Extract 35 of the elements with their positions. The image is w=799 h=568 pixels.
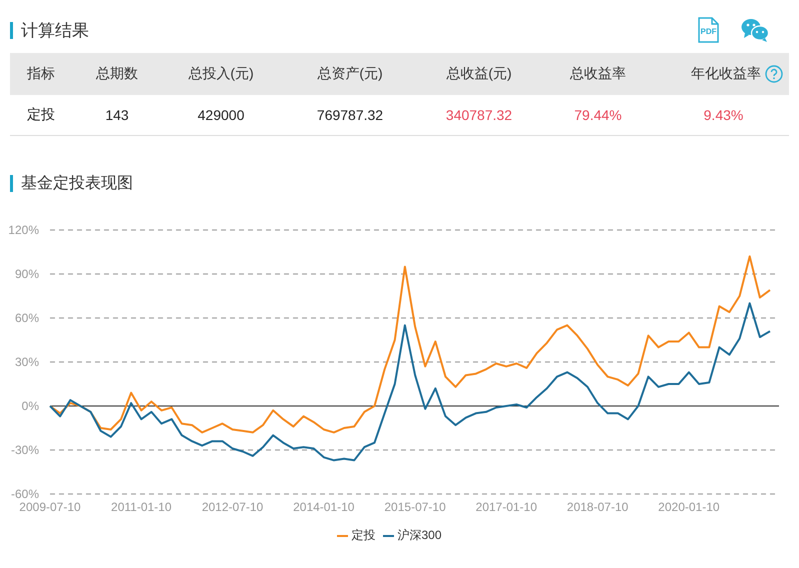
x-axis-label: 2015-07-10 [384, 500, 446, 514]
y-axis-label: 60% [14, 311, 39, 325]
x-axis-label: 2012-07-10 [202, 500, 264, 514]
table-cell: 79.44% [574, 107, 622, 123]
section-title: 基金定投表现图 [21, 174, 133, 194]
table-cell: 9.43% [704, 107, 744, 123]
table-cell: 769787.32 [316, 107, 384, 123]
x-axis-label: 2011-01-10 [111, 500, 172, 514]
column-header: 总收益(元) [446, 65, 512, 81]
legend-label[interactable]: 定投 [351, 527, 376, 544]
help-icon[interactable] [765, 65, 783, 83]
x-axis-label: 2009-07-10 [19, 500, 81, 514]
column-header: 总资产(元) [317, 65, 383, 81]
table-cell: 429000 [198, 107, 244, 123]
table-cell: 定投 [27, 106, 55, 122]
legend-label[interactable]: 沪深300 [397, 527, 442, 544]
x-axis-label: 2020-01-10 [658, 500, 720, 514]
column-header: 年化收益率 [691, 65, 761, 83]
y-axis-label: 90% [14, 267, 39, 281]
y-axis-label: 120% [8, 223, 39, 237]
x-axis-label: 2014-01-10 [293, 500, 354, 514]
column-header: 总收益率 [570, 65, 626, 81]
column-header: 指标 [27, 65, 55, 81]
table-cell: 340787.32 [446, 107, 512, 123]
chat-bubbles-icon[interactable] [741, 18, 769, 42]
y-axis-label: 30% [14, 355, 39, 369]
y-axis-label: 0% [22, 399, 39, 413]
column-header: 总投入(元) [188, 65, 254, 81]
table-cell: 143 [105, 107, 129, 123]
column-header: 总期数 [96, 65, 138, 81]
y-axis-label: -30% [10, 443, 39, 457]
x-axis-label: 2018-07-10 [566, 500, 628, 514]
section-title: 计算结果 [21, 20, 90, 42]
y-axis-label: -60% [10, 487, 39, 501]
x-axis-label: 2017-01-10 [476, 500, 538, 514]
